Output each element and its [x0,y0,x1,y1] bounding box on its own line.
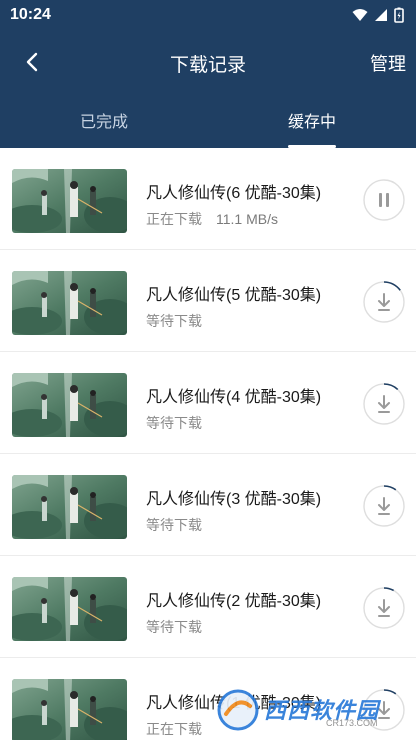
download-icon [363,587,405,629]
download-item[interactable]: 凡人修仙传(4 优酷-30集) 等待下载 [0,352,416,454]
item-status-line: 正在下载 11.1 MB/s [146,209,321,229]
item-info: 凡人修仙传(5 优酷-30集) 等待下载 [146,281,321,331]
status-bar: 10:24 [0,0,416,30]
status-icons [352,7,404,23]
download-item[interactable]: 凡人修仙传(3 优酷-30集) 等待下载 [0,454,416,556]
item-status: 等待下载 [146,313,202,329]
download-list: 凡人修仙传(6 优酷-30集) 正在下载 11.1 MB/s 凡人修仙传(5 优酷-3… [0,148,416,740]
download-icon [363,383,405,425]
battery-icon [394,7,404,23]
download-icon [363,281,405,323]
item-status: 正在下载 [146,721,202,737]
item-status: 等待下载 [146,619,202,635]
nav-bar: 下载记录 管理 [0,30,416,92]
download-item[interactable]: 凡人修仙传(2 优酷-30集) 等待下载 [0,556,416,658]
download-item[interactable]: 凡人修仙传(6 优酷-30集) 正在下载 11.1 MB/s [0,148,416,250]
signal-icon [375,9,387,21]
manage-button[interactable]: 管理 [370,50,406,76]
video-thumbnail [12,271,127,335]
tab-caching[interactable]: 缓存中 [208,92,416,148]
item-speed: 11.1 MB/s [216,211,278,227]
item-title: 凡人修仙传(2 优酷-30集) [146,593,322,610]
pause-icon [363,179,405,221]
item-title: 凡人修仙传(5 优酷-30集) [146,287,322,304]
item-title: 凡人修仙传(6 优酷-30集) [146,185,322,202]
item-info: 凡人修仙传(4 优酷-30集) 等待下载 [146,383,321,433]
item-info: 凡人修仙传(2 优酷-30集) 等待下载 [146,587,321,637]
item-status: 等待下载 [146,517,202,533]
page-title: 下载记录 [169,55,246,76]
item-status-line: 等待下载 [146,515,321,535]
wifi-icon [352,9,368,21]
app-header: 10:24 下载记录 管理 已完成 缓存中 [0,0,416,148]
download-icon [363,485,405,527]
video-thumbnail [12,577,127,641]
tab-bar: 已完成 缓存中 [0,92,416,148]
status-time: 10:24 [10,6,51,23]
video-thumbnail [12,475,127,539]
watermark-sub: CR173.COM [326,718,378,728]
item-info: 凡人修仙传(3 优酷-30集) 等待下载 [146,485,321,535]
item-title: 凡人修仙传(4 优酷-30集) [146,389,322,406]
download-item[interactable]: 凡人修仙传(5 优酷-30集) 等待下载 [0,250,416,352]
video-thumbnail [12,169,127,233]
watermark-logo-icon [217,689,259,731]
item-title: 凡人修仙传(3 优酷-30集) [146,491,322,508]
video-thumbnail [12,373,127,437]
download-button[interactable] [362,382,406,426]
item-status-line: 等待下载 [146,617,321,637]
watermark: 西西软件园 CR173.COM [214,688,404,732]
download-button[interactable] [362,586,406,630]
item-info: 凡人修仙传(6 优酷-30集) 正在下载 11.1 MB/s [146,179,321,229]
item-status-line: 等待下载 [146,311,321,331]
pause-button[interactable] [362,178,406,222]
item-status: 正在下载 [146,211,202,227]
item-status-line: 等待下载 [146,413,321,433]
video-thumbnail [12,679,127,740]
download-button[interactable] [362,280,406,324]
item-status: 等待下载 [146,415,202,431]
tab-completed[interactable]: 已完成 [0,92,208,148]
download-button[interactable] [362,484,406,528]
